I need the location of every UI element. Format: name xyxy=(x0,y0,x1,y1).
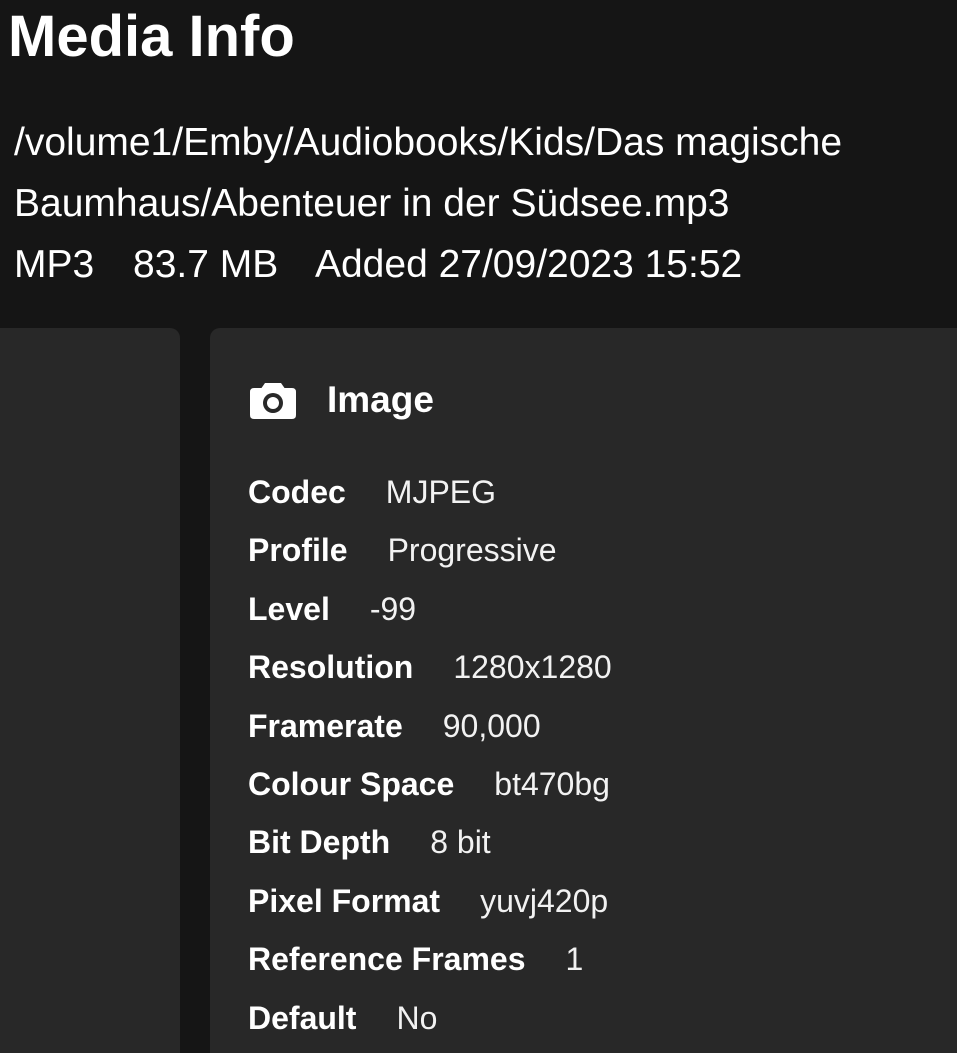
property-row: Level -99 xyxy=(248,580,612,638)
property-row: Pixel Format yuvj420p xyxy=(248,872,612,930)
property-value: 8 bit xyxy=(430,824,491,861)
property-value: yuvj420p xyxy=(480,882,609,919)
file-size: 83.7 MB xyxy=(133,243,279,286)
property-row: Bit Depth 8 bit xyxy=(248,813,612,871)
property-value: MJPEG xyxy=(385,474,497,510)
stream-type-title: Image xyxy=(327,379,434,420)
property-row: Resolution 1280x1280 xyxy=(248,638,612,696)
date-added: Added 27/09/2023 15:52 xyxy=(314,243,743,286)
property-value: 1 xyxy=(565,941,584,978)
property-value: bt470bg xyxy=(494,765,610,802)
property-label: Reference Frames xyxy=(248,941,526,978)
property-row: Codec MJPEG xyxy=(248,463,612,521)
property-row: Default No xyxy=(248,989,612,1047)
file-path: /volume1/Emby/Audiobooks/Kids/Das magisc… xyxy=(14,121,843,225)
stream-card-previous xyxy=(0,328,180,1053)
format-label: MP3 xyxy=(14,243,95,286)
property-label: Pixel Format xyxy=(248,882,441,919)
property-row: Framerate 90,000 xyxy=(248,697,612,755)
property-label: Colour Space xyxy=(248,765,455,802)
property-value: -99 xyxy=(369,590,417,627)
property-row: Reference Frames 1 xyxy=(248,930,612,988)
property-label: Resolution xyxy=(248,649,414,686)
media-meta: MP3 83.7 MB Added 27/09/2023 15:52 xyxy=(14,234,770,295)
stream-card-header: Image xyxy=(250,376,434,424)
property-value: 90,000 xyxy=(442,707,541,744)
stream-properties-list: Codec MJPEG Profile Progressive Level -99 R… xyxy=(248,463,612,1047)
property-label: Codec xyxy=(248,474,346,510)
camera-icon xyxy=(250,380,296,420)
property-label: Bit Depth xyxy=(248,824,391,861)
property-value: 1280x1280 xyxy=(453,649,612,686)
property-label: Level xyxy=(248,590,330,627)
property-row: Profile Progressive xyxy=(248,521,612,579)
media-info-page: Media Info /volume1/Emby/Audiobooks/Kids… xyxy=(0,0,957,1053)
property-label: Default xyxy=(248,999,357,1036)
property-label: Profile xyxy=(248,532,348,569)
property-row: Colour Space bt470bg xyxy=(248,755,612,813)
page-title: Media Info xyxy=(8,4,295,69)
property-label: Framerate xyxy=(248,707,403,744)
image-stream-card: Image Codec MJPEG Profile Progressive Leve… xyxy=(210,328,957,1053)
property-value: Progressive xyxy=(387,532,557,569)
property-value: No xyxy=(396,999,438,1036)
